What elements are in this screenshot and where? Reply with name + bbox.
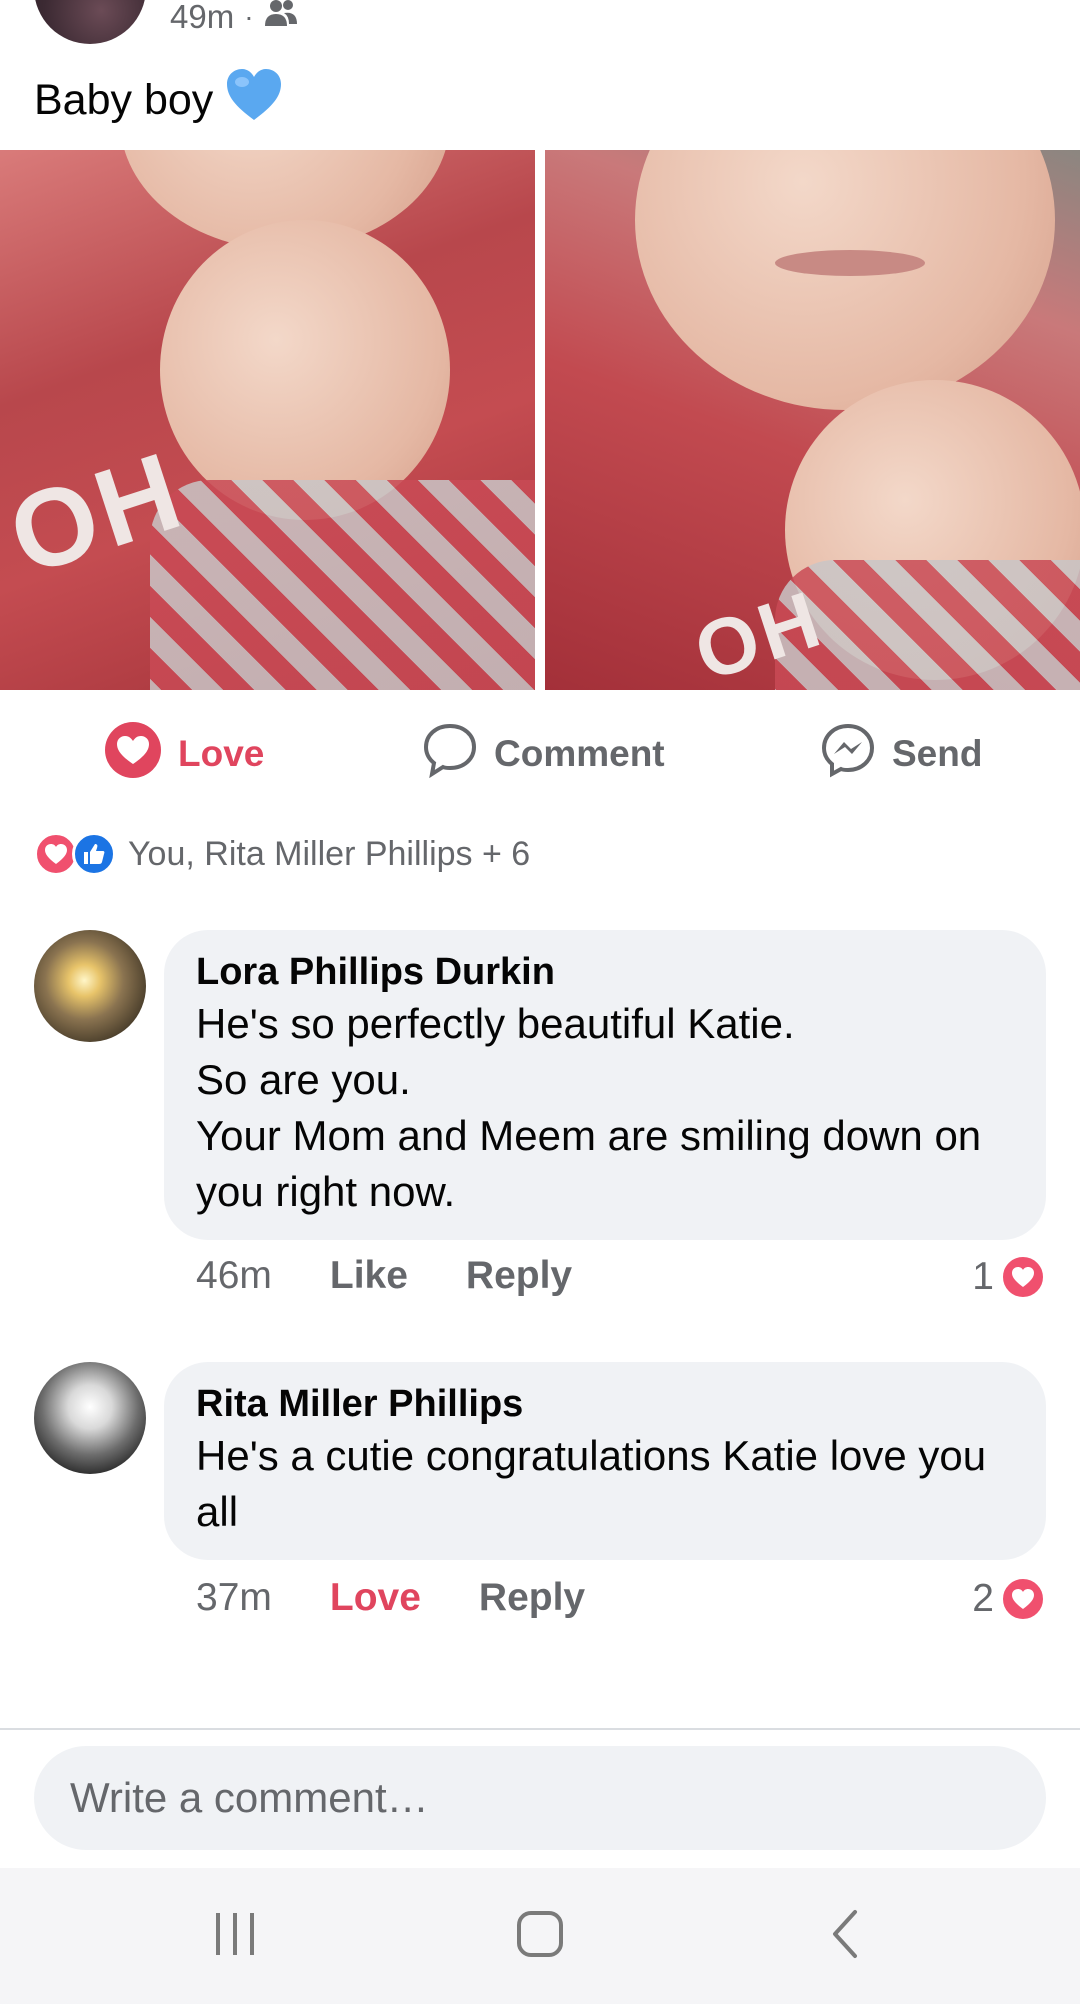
comment-input-placeholder: Write a comment… (70, 1774, 429, 1821)
comment-button-label: Comment (494, 733, 665, 774)
comment-reply-button[interactable]: Reply (466, 1254, 572, 1298)
commenter-avatar[interactable] (34, 930, 146, 1042)
comment-reaction-count[interactable]: 2 (972, 1576, 1046, 1622)
comment-actions: 46m Like Reply (196, 1254, 572, 1298)
comment-reply-button[interactable]: Reply (479, 1576, 585, 1620)
comment-icon (422, 722, 478, 787)
love-reaction-icon (104, 721, 162, 788)
love-button-label: Love (178, 733, 265, 774)
post-photo-1[interactable]: OH (0, 150, 535, 690)
comment-text: He's a cutie congratulations Katie love … (196, 1432, 987, 1535)
recents-button[interactable] (200, 1908, 270, 1964)
comment-time: 37m (196, 1576, 272, 1619)
send-button-label: Send (892, 733, 983, 774)
home-icon (516, 1910, 564, 1963)
love-icon (1000, 1576, 1046, 1622)
comment-bubble[interactable]: Rita Miller Phillips He's a cutie congra… (164, 1362, 1046, 1560)
post-meta: 49m · (170, 0, 298, 36)
blue-heart-icon (225, 68, 283, 133)
like-icon (72, 832, 116, 876)
comment-love-button[interactable]: Love (330, 1576, 421, 1620)
recents-icon (212, 1911, 258, 1962)
comment-bubble[interactable]: Lora Phillips Durkin He's so perfectly b… (164, 930, 1046, 1240)
reactions-summary-text: You, Rita Miller Phillips + 6 (128, 834, 531, 873)
back-icon (827, 1908, 863, 1965)
messenger-icon (820, 722, 876, 787)
divider (0, 1728, 1080, 1730)
comment-text: He's so perfectly beautiful Katie. So ar… (196, 1000, 982, 1215)
back-button[interactable] (810, 1908, 880, 1964)
reactions-summary[interactable]: You, Rita Miller Phillips + 6 (34, 832, 530, 876)
reaction-count-number: 2 (972, 1577, 994, 1620)
post-action-bar: Love Comment Send (0, 720, 1080, 788)
comment-reaction-count[interactable]: 1 (972, 1254, 1046, 1300)
comment-button[interactable]: Comment (422, 720, 665, 788)
system-nav-bar (0, 1868, 1080, 2004)
meta-separator: · (244, 1, 254, 32)
love-icon (1000, 1254, 1046, 1300)
love-button[interactable]: Love (104, 720, 264, 788)
post-caption: Baby boy (34, 76, 214, 124)
commenter-avatar[interactable] (34, 1362, 146, 1474)
send-button[interactable]: Send (820, 720, 982, 788)
comment-author[interactable]: Rita Miller Phillips (196, 1380, 1014, 1428)
comment-like-button[interactable]: Like (330, 1254, 408, 1298)
reaction-count-number: 1 (972, 1255, 994, 1298)
friends-icon (264, 0, 298, 36)
post-time: 49m (170, 0, 235, 35)
post-photo-2[interactable]: OH (545, 150, 1080, 690)
comment-input[interactable]: Write a comment… (34, 1746, 1046, 1850)
home-button[interactable] (505, 1908, 575, 1964)
post-text: Baby boy (34, 68, 283, 133)
comment-actions: 37m Love Reply (196, 1576, 585, 1620)
comment-time: 46m (196, 1254, 272, 1297)
comment-author[interactable]: Lora Phillips Durkin (196, 948, 1014, 996)
author-avatar[interactable] (34, 0, 146, 44)
